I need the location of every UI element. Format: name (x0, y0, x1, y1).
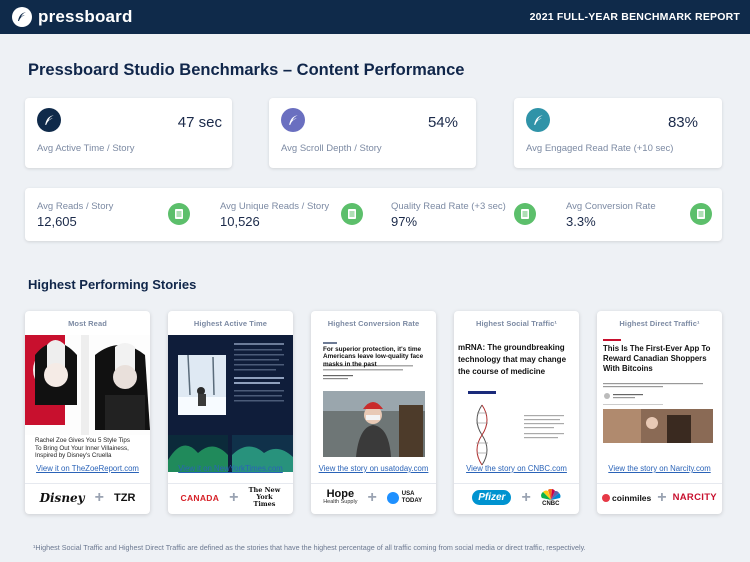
story-card-most-read: Most Read Rachel Zoe Gives You 5 Style T… (25, 311, 150, 514)
story-logos: Pfizer + CNBC (454, 483, 579, 511)
stat-label: Avg Scroll Depth / Story (281, 143, 382, 154)
coinmiles-logo: coinmiles (602, 493, 651, 503)
story-heading: Highest Conversion Rate (327, 318, 420, 328)
metric-value: 97% (391, 214, 418, 229)
narcity-logo: NARCITY (672, 492, 717, 503)
metric-label: Quality Read Rate (+3 sec) (391, 201, 506, 212)
metric-avg-conversion-rate: Avg Conversion Rate 3.3% (566, 188, 716, 241)
usatoday-logo: USA TODAY (386, 491, 424, 504)
metric-quality-read-rate: Quality Read Rate (+3 sec) 97% (391, 188, 561, 241)
story-link[interactable]: View it on NewYorkTimes.com (168, 464, 293, 473)
report-title: 2021 FULL-YEAR BENCHMARK REPORT (529, 11, 740, 23)
stat-value: 83% (667, 114, 698, 131)
story-thumbnail[interactable]: Rachel Zoe Gives You 5 Style Tips To Bri… (25, 335, 150, 472)
stat-card-active-time: 47 sec Avg Active Time / Story (25, 98, 232, 168)
metric-avg-reads: Avg Reads / Story 12,605 (37, 188, 207, 241)
story-heading: Highest Social Traffic¹ (475, 318, 558, 328)
story-heading: Highest Direct Traffic¹ (619, 318, 700, 328)
brand-logo[interactable]: pressboard (12, 7, 133, 27)
plus-icon: + (94, 488, 104, 506)
story-card-highest-direct-traffic: Highest Direct Traffic¹ This Is The Firs… (597, 311, 722, 514)
story-thumbnail[interactable]: This Is The First-Ever App To Reward Can… (597, 335, 722, 472)
metric-avg-unique-reads: Avg Unique Reads / Story 10,526 (220, 188, 390, 241)
pfizer-logo: Pfizer (472, 490, 512, 505)
story-logos: coinmiles + NARCITY (597, 483, 722, 511)
plus-icon: + (657, 488, 667, 506)
story-link[interactable]: View the story on Narcity.com (597, 464, 722, 473)
plus-icon: + (521, 488, 531, 506)
feather-icon (37, 108, 61, 132)
story-thumbnail[interactable]: mRNA: The groundbreaking technology that… (454, 335, 579, 472)
story-logos: CANADA + The New York Times (168, 483, 293, 511)
document-icon (514, 203, 536, 225)
document-icon (690, 203, 712, 225)
document-icon (341, 203, 363, 225)
story-thumbnail[interactable] (168, 335, 293, 472)
story-card-highest-social-traffic: Highest Social Traffic¹ mRNA: The ground… (454, 311, 579, 514)
feather-icon (526, 108, 550, 132)
hope-logo: Hope Health Supply (323, 488, 358, 506)
cnbc-logo: CNBC (540, 488, 561, 507)
metric-value: 10,526 (220, 214, 260, 229)
section-title: Highest Performing Stories (28, 277, 197, 292)
stat-card-engaged-read-rate: 83% Avg Engaged Read Rate (+10 sec) (514, 98, 722, 168)
story-caption: Rachel Zoe Gives You 5 Style Tips To Bri… (35, 437, 130, 459)
story-heading: Highest Active Time (193, 318, 268, 328)
nyt-logo: The New York Times (248, 486, 281, 508)
metric-label: Avg Unique Reads / Story (220, 201, 330, 212)
metric-value: 12,605 (37, 214, 77, 229)
document-icon (168, 203, 190, 225)
plus-icon: + (367, 488, 377, 506)
metric-value: 3.3% (566, 214, 596, 229)
story-link[interactable]: View the story on usatoday.com (311, 464, 436, 473)
story-logos: Hope Health Supply + USA TODAY (311, 483, 436, 511)
article-title: For superior protection, it's time Ameri… (323, 346, 424, 368)
story-card-highest-active-time: Highest Active Time View it on NewYorkTi… (168, 311, 293, 514)
story-logos: Disney + TZR (25, 483, 150, 511)
story-heading: Most Read (68, 318, 107, 328)
plus-icon: + (229, 488, 239, 506)
metrics-bar: Avg Reads / Story 12,605 Avg Unique Read… (25, 188, 722, 241)
tzr-logo: TZR (114, 491, 136, 504)
footnote: ¹Highest Social Traffic and Highest Dire… (33, 543, 586, 552)
stat-card-scroll-depth: 54% Avg Scroll Depth / Story (269, 98, 476, 168)
stat-label: Avg Active Time / Story (37, 143, 135, 154)
stat-label: Avg Engaged Read Rate (+10 sec) (526, 143, 674, 154)
metric-label: Avg Reads / Story (37, 201, 114, 212)
page-title: Pressboard Studio Benchmarks – Content P… (28, 61, 465, 79)
article-title: mRNA: The groundbreaking technology that… (458, 343, 567, 376)
story-link[interactable]: View it on TheZoeReport.com (25, 464, 150, 473)
top-bar: pressboard 2021 FULL-YEAR BENCHMARK REPO… (0, 0, 750, 34)
disney-logo: Disney (39, 490, 85, 505)
story-link[interactable]: View the story on CNBC.com (454, 464, 579, 473)
metric-label: Avg Conversion Rate (566, 201, 656, 212)
story-thumbnail[interactable]: For superior protection, it's time Ameri… (311, 335, 436, 472)
stat-value: 47 sec (177, 114, 222, 131)
stat-value: 54% (427, 114, 458, 131)
feather-icon (281, 108, 305, 132)
story-card-highest-conversion-rate: Highest Conversion Rate For superior pro… (311, 311, 436, 514)
brand-name: pressboard (38, 7, 133, 26)
feather-icon (12, 7, 32, 27)
article-title: This Is The First-Ever App To Reward Can… (603, 344, 711, 373)
canada-logo: CANADA (180, 492, 220, 503)
